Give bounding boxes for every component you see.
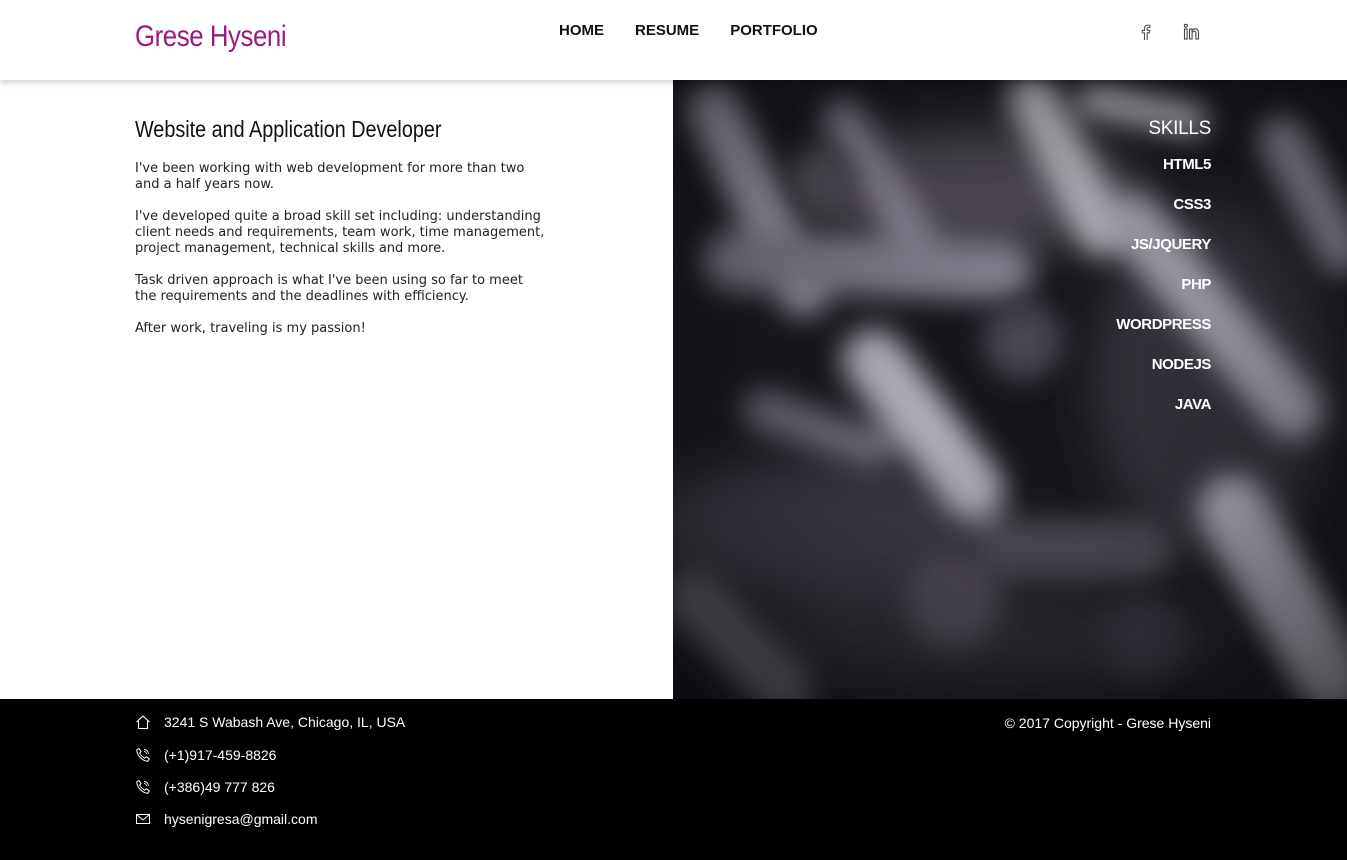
skill-item: WORDPRESS <box>1116 316 1211 333</box>
contact-text: 3241 S Wabash Ave, Chicago, IL, USA <box>164 714 406 730</box>
main-nav: HOME RESUME PORTFOLIO <box>559 22 849 39</box>
contact-email[interactable]: hysenigresa@gmail.com <box>135 811 318 827</box>
nav-home[interactable]: HOME <box>559 22 604 39</box>
skills-list: SKILLS HTML5 CSS3 JS/JQUERY PHP WORDPRES… <box>1116 118 1211 435</box>
skills-background-image <box>673 80 1347 699</box>
site-logo[interactable]: Grese Hyseni <box>135 20 287 54</box>
about-paragraph: I've been working with web development f… <box>135 161 525 192</box>
about-paragraph: Task driven approach is what I've been u… <box>135 273 523 304</box>
about-paragraph: After work, traveling is my passion! <box>135 321 366 336</box>
contact-text: (+386)49 777 826 <box>164 779 275 795</box>
phone-icon <box>136 779 150 794</box>
contact-phone-si: (+386)49 777 826 <box>135 779 275 795</box>
contact-text[interactable]: hysenigresa@gmail.com <box>164 811 318 827</box>
site-header: Grese Hyseni HOME RESUME PORTFOLIO <box>0 0 1347 80</box>
about-text: I've been working with web development f… <box>135 161 545 353</box>
mail-icon <box>136 814 150 824</box>
facebook-icon[interactable] <box>1134 20 1158 44</box>
skill-item: PHP <box>1181 276 1211 293</box>
nav-resume[interactable]: RESUME <box>635 22 699 39</box>
copyright-text: © 2017 Copyright - Grese Hyseni <box>1004 715 1211 731</box>
skill-item: HTML5 <box>1163 156 1211 173</box>
skill-item: JAVA <box>1174 396 1212 413</box>
site-footer: 3241 S Wabash Ave, Chicago, IL, USA (+1)… <box>0 699 1347 860</box>
skills-section: SKILLS HTML5 CSS3 JS/JQUERY PHP WORDPRES… <box>673 80 1347 699</box>
home-icon <box>136 715 150 730</box>
contact-address: 3241 S Wabash Ave, Chicago, IL, USA <box>135 714 405 730</box>
contact-text: (+1)917-459-8826 <box>164 747 277 763</box>
about-paragraph: I've developed quite a broad skill set i… <box>135 209 545 256</box>
nav-portfolio[interactable]: PORTFOLIO <box>730 22 818 39</box>
linkedin-icon[interactable] <box>1180 20 1204 44</box>
contact-phone-us: (+1)917-459-8826 <box>135 747 276 763</box>
about-title: Website and Application Developer <box>135 116 442 142</box>
about-section: Website and Application Developer I've b… <box>0 80 673 699</box>
skill-item: CSS3 <box>1173 196 1211 213</box>
skill-item: NODEJS <box>1151 356 1212 373</box>
skill-item: JS/JQUERY <box>1130 236 1211 253</box>
skills-title: SKILLS <box>1148 118 1211 139</box>
phone-icon <box>136 747 150 762</box>
